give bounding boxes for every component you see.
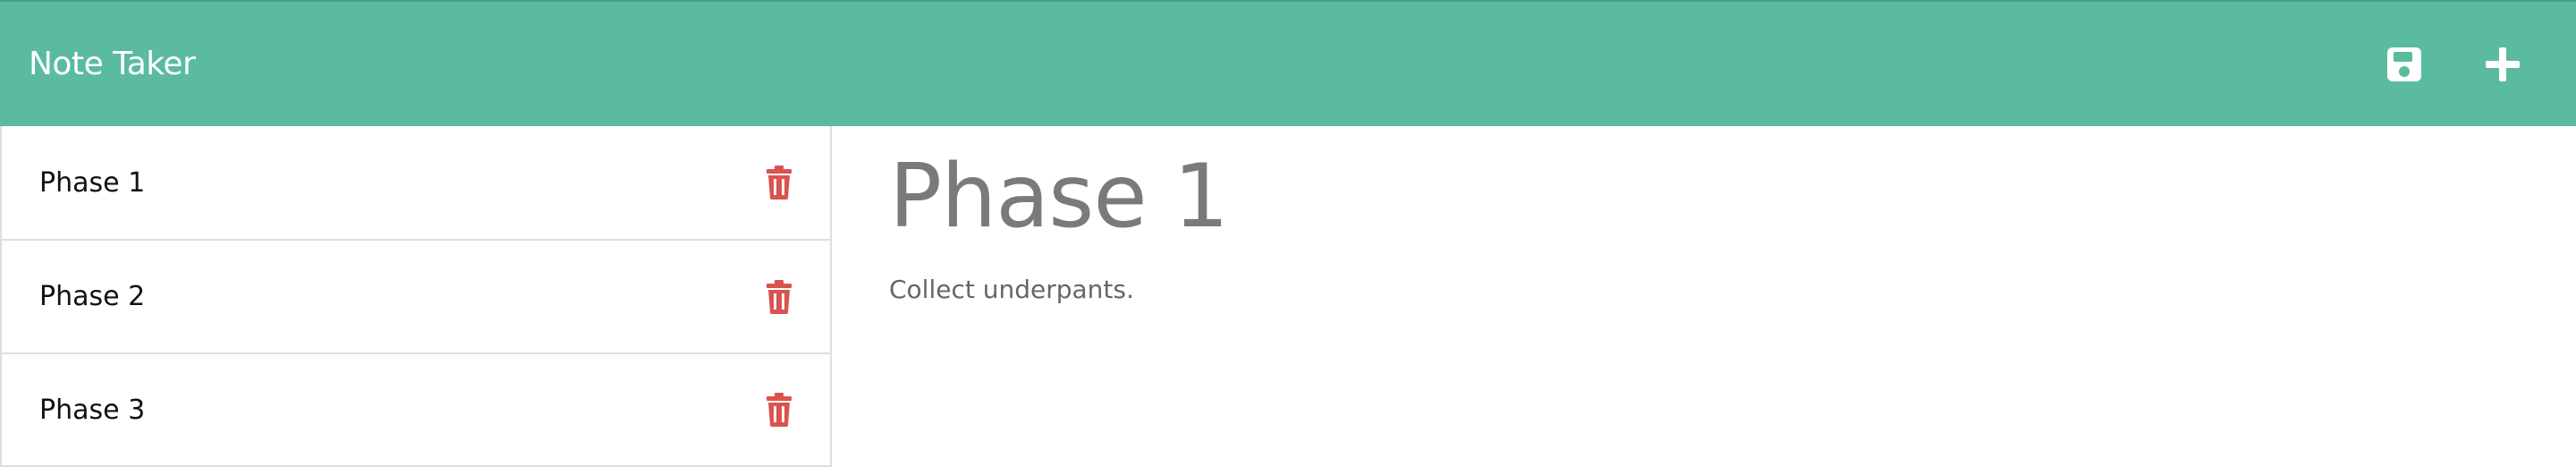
note-list: Phase 1 Phase 2 Phase 3	[0, 126, 832, 467]
note-body[interactable]: Collect underpants.	[889, 275, 2544, 304]
note-heading[interactable]: Phase 1	[889, 149, 2544, 246]
save-icon[interactable]	[2383, 43, 2426, 86]
navbar-actions	[2383, 43, 2547, 86]
trash-icon[interactable]	[764, 392, 794, 428]
navbar: Note Taker	[0, 0, 2576, 126]
list-item[interactable]: Phase 2	[0, 240, 832, 353]
note-title: Phase 2	[39, 281, 146, 312]
note-title: Phase 3	[39, 394, 146, 426]
app-title[interactable]: Note Taker	[29, 46, 196, 82]
note-title: Phase 1	[39, 166, 146, 199]
trash-icon[interactable]	[764, 279, 794, 315]
list-item[interactable]: Phase 1	[0, 126, 832, 240]
note-editor: Phase 1 Collect underpants.	[889, 126, 2544, 467]
plus-icon[interactable]	[2481, 43, 2524, 86]
list-item[interactable]: Phase 3	[0, 353, 832, 467]
trash-icon[interactable]	[764, 165, 794, 200]
